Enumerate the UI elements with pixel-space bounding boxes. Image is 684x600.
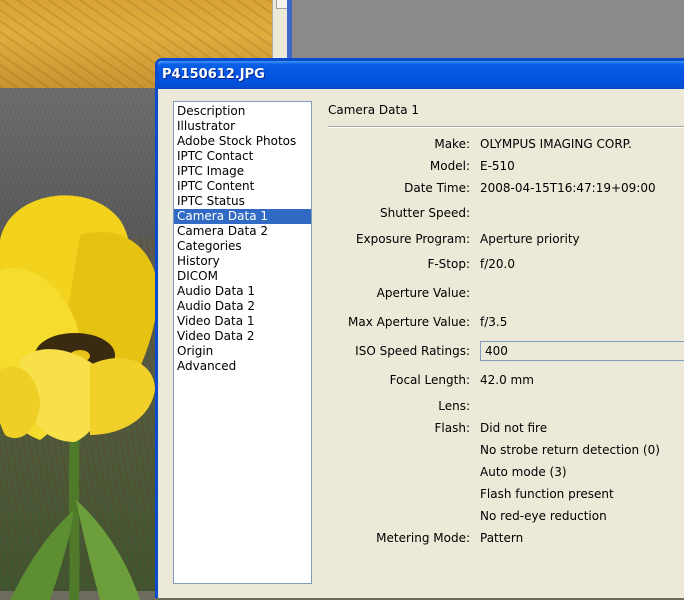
field-make: Make: OLYMPUS IMAGING CORP.: [308, 135, 684, 153]
section-divider: [328, 126, 684, 128]
date-time-value[interactable]: 2008-04-15T16:47:19+09:00: [480, 179, 656, 197]
flash-value-3[interactable]: Flash function present: [480, 485, 614, 503]
flash-value-2[interactable]: Auto mode (3): [480, 463, 567, 481]
field-max-aperture-value: Max Aperture Value: f/3.5: [308, 313, 684, 331]
flash-value-4[interactable]: No red-eye reduction: [480, 507, 607, 525]
category-list[interactable]: Description Illustrator Adobe Stock Photos…: [173, 101, 312, 584]
dialog-title: P4150612.JPG: [162, 67, 265, 82]
focal-length-label: Focal Length:: [389, 373, 470, 387]
category-item[interactable]: Advanced: [174, 359, 311, 374]
max-aperture-value[interactable]: f/3.5: [480, 313, 507, 331]
focal-length-value[interactable]: 42.0 mm: [480, 371, 534, 389]
field-shutter-speed: Shutter Speed:: [308, 204, 684, 222]
category-item[interactable]: Illustrator: [174, 119, 311, 134]
section-title: Camera Data 1: [328, 103, 420, 117]
field-f-stop: F-Stop: f/20.0: [308, 255, 684, 273]
flash-label: Flash:: [434, 421, 471, 435]
category-item[interactable]: IPTC Contact: [174, 149, 311, 164]
make-label: Make:: [434, 137, 470, 151]
model-label: Model:: [429, 159, 470, 173]
category-item[interactable]: History: [174, 254, 311, 269]
category-item[interactable]: Description: [174, 104, 311, 119]
field-exposure-program: Exposure Program: Aperture priority: [308, 230, 684, 248]
field-lens: Lens:: [308, 397, 684, 415]
category-item[interactable]: Camera Data 1: [174, 209, 311, 224]
category-item[interactable]: IPTC Content: [174, 179, 311, 194]
background-workspace: [292, 0, 684, 60]
shutter-speed-label: Shutter Speed:: [379, 206, 470, 220]
f-stop-label: F-Stop:: [427, 257, 470, 271]
file-info-dialog: P4150612.JPG Description Illustrator Adobe…: [155, 58, 684, 598]
category-item[interactable]: Video Data 2: [174, 329, 311, 344]
f-stop-value[interactable]: f/20.0: [480, 255, 515, 273]
flash-value-1[interactable]: No strobe return detection (0): [480, 441, 660, 459]
max-aperture-label: Max Aperture Value:: [348, 315, 470, 329]
make-value[interactable]: OLYMPUS IMAGING CORP.: [480, 135, 632, 153]
iso-speed-input[interactable]: 400: [480, 341, 684, 361]
category-item[interactable]: Categories: [174, 239, 311, 254]
field-metering-mode: Metering Mode: Pattern: [308, 529, 684, 547]
metering-mode-label: Metering Mode:: [376, 531, 470, 545]
aperture-value-label: Aperture Value:: [376, 286, 470, 300]
category-item[interactable]: Audio Data 2: [174, 299, 311, 314]
flash-value-0[interactable]: Did not fire: [480, 419, 547, 437]
iso-speed-label: ISO Speed Ratings:: [355, 344, 470, 358]
category-item[interactable]: IPTC Status: [174, 194, 311, 209]
exposure-program-value[interactable]: Aperture priority: [480, 230, 580, 248]
metering-mode-value[interactable]: Pattern: [480, 529, 523, 547]
exposure-program-label: Exposure Program:: [355, 232, 470, 246]
category-item[interactable]: Origin: [174, 344, 311, 359]
field-flash: Flash: Did not fire: [308, 419, 684, 437]
dialog-titlebar[interactable]: P4150612.JPG: [158, 61, 684, 89]
tulip-image: [0, 195, 159, 600]
category-item[interactable]: Audio Data 1: [174, 284, 311, 299]
category-item[interactable]: IPTC Image: [174, 164, 311, 179]
category-item[interactable]: Adobe Stock Photos: [174, 134, 311, 149]
field-date-time: Date Time: 2008-04-15T16:47:19+09:00: [308, 179, 684, 197]
model-value[interactable]: E-510: [480, 157, 515, 175]
field-focal-length: Focal Length: 42.0 mm: [308, 371, 684, 389]
field-aperture-value: Aperture Value:: [308, 284, 684, 302]
field-iso-speed: ISO Speed Ratings: 400: [308, 341, 684, 361]
dialog-content: Description Illustrator Adobe Stock Photos…: [158, 89, 684, 598]
category-item[interactable]: Video Data 1: [174, 314, 311, 329]
category-item[interactable]: DICOM: [174, 269, 311, 284]
lens-label: Lens:: [438, 399, 470, 413]
category-item[interactable]: Camera Data 2: [174, 224, 311, 239]
field-model: Model: E-510: [308, 157, 684, 175]
date-time-label: Date Time:: [404, 181, 470, 195]
